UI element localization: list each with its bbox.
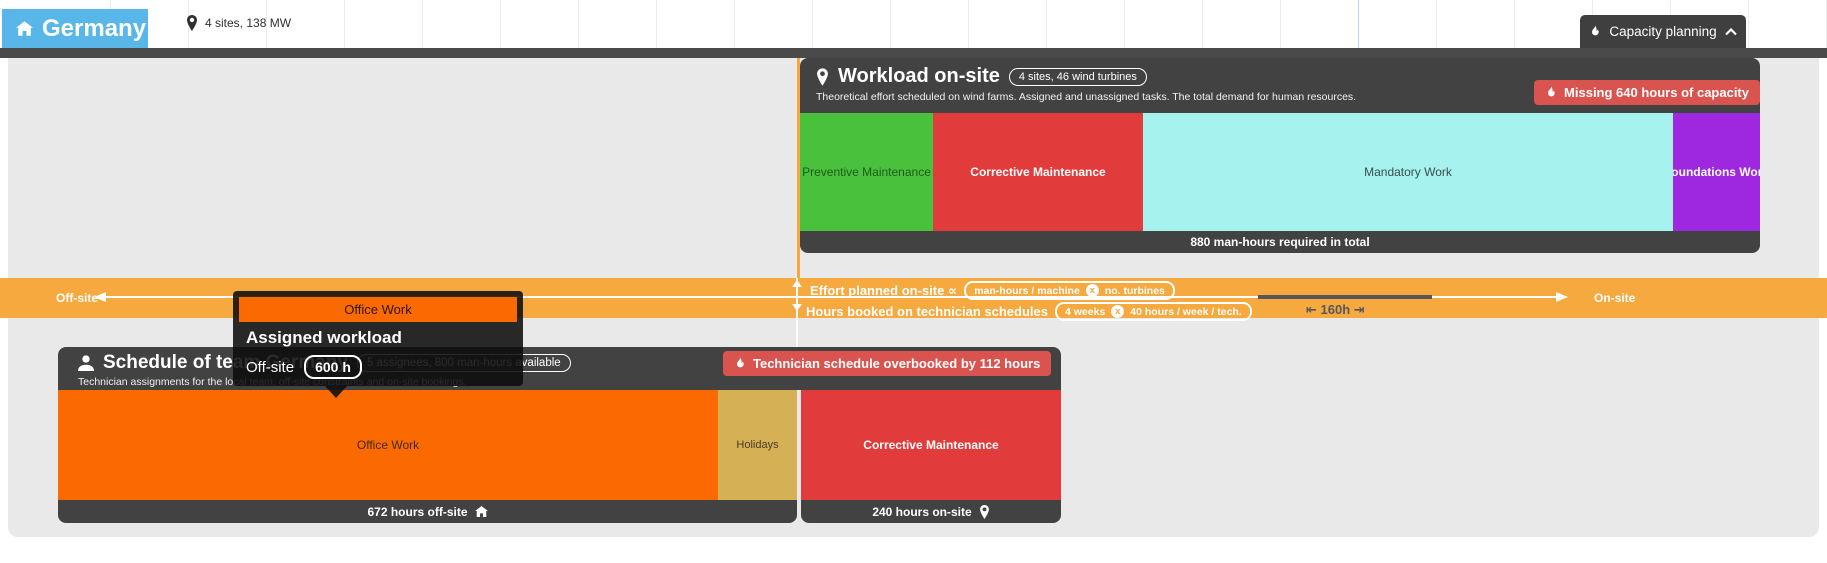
arrow-up-icon (792, 280, 802, 287)
tooltip-heading: Assigned workload (246, 328, 517, 348)
workload-tooltip: Office Work Assigned workload Off-site 6… (233, 291, 523, 386)
onsite-hours-label: 240 hours on-site (872, 505, 971, 519)
home-icon (16, 21, 33, 36)
tooltip-value-row: Off-site 600 h (246, 355, 517, 379)
effort-formula-part2: no. turbines (1105, 285, 1165, 297)
hours-booked-label: Hours booked on technician schedules (806, 304, 1048, 319)
offsite-axis-label: Off-site (56, 291, 98, 305)
map-pin-icon (816, 68, 829, 86)
missing-capacity-label: Missing 640 hours of capacity (1564, 85, 1749, 100)
workload-panel-title: Workload on-site (838, 65, 1000, 88)
booked-formula-part1: 4 weeks (1065, 306, 1105, 318)
region-tab-label: Germany (42, 15, 146, 43)
workload-segment-mandatory[interactable]: Mandatory Work (1143, 113, 1673, 231)
offsite-hours-footer: 672 hours off-site (58, 500, 797, 523)
onsite-axis-label: On-site (1594, 291, 1635, 305)
map-pin-icon (186, 15, 198, 31)
workload-total-footer: 880 man-hours required in total (800, 231, 1760, 253)
overbooked-alert: Technician schedule overbooked by 112 ho… (723, 351, 1051, 376)
workload-segment-preventive[interactable]: Preventive Maintenance (800, 113, 933, 231)
schedule-segment-office-work[interactable]: Office Work (58, 390, 718, 500)
effort-formula-badge: man-hours / machine x no. turbines (964, 281, 1175, 300)
workload-segment-foundations[interactable]: Foundations Work (1673, 113, 1760, 231)
band-axis-line-right (1432, 296, 1558, 298)
flame-icon (1589, 25, 1601, 38)
flame-icon (1545, 86, 1557, 99)
schedule-segment-holidays[interactable]: Holidays (718, 390, 797, 500)
tech-capacity-marker: ⇤ 160h ⇥ (1306, 302, 1365, 318)
chevron-up-icon (1725, 28, 1737, 36)
drawer-top-edge (0, 48, 1827, 58)
flame-icon (734, 357, 746, 370)
region-tab-germany[interactable]: Germany (2, 9, 148, 48)
booked-formula-badge: 4 weeks x 40 hours / week / tech. (1055, 302, 1252, 321)
capacity-planning-label: Capacity planning (1609, 24, 1716, 39)
sites-summary-label: 4 sites, 138 MW (205, 16, 291, 30)
timeline-today-gridline (1358, 0, 1359, 48)
schedule-segment-corrective[interactable]: Corrective Maintenance (801, 390, 1061, 500)
arrow-down-icon (792, 304, 802, 311)
workload-segment-corrective[interactable]: Corrective Maintenance (933, 113, 1143, 231)
sites-summary: 4 sites, 138 MW (186, 15, 291, 31)
multiply-icon: x (1086, 284, 1099, 297)
tooltip-task-title: Office Work (239, 297, 517, 322)
tooltip-hours-badge: 600 h (304, 355, 362, 379)
person-icon (78, 355, 94, 371)
offsite-hours-label: 672 hours off-site (367, 505, 467, 519)
band-divider-extension (796, 318, 798, 348)
capacity-planning-toggle[interactable]: Capacity planning (1580, 15, 1746, 48)
workload-bar-chart: Preventive Maintenance Corrective Mainte… (800, 113, 1760, 231)
map-pin-icon (979, 505, 990, 519)
multiply-icon: x (1111, 305, 1124, 318)
tooltip-pointer (325, 386, 347, 398)
schedule-description: Technician assignments for the local tea… (78, 376, 1045, 388)
tooltip-row-label: Off-site (246, 359, 294, 376)
overbooked-label: Technician schedule overbooked by 112 ho… (753, 356, 1040, 371)
hours-booked-row: Hours booked on technician schedules 4 w… (806, 302, 1252, 321)
onsite-hours-footer: 240 hours on-site (801, 500, 1061, 523)
capacity-planning-screen: Germany 4 sites, 138 MW Capacity plannin… (0, 0, 1827, 563)
tech-capacity-segment (1258, 295, 1432, 299)
effort-planned-label: Effort planned on-site ∝ (810, 283, 957, 299)
effort-formula-part1: man-hours / machine (974, 285, 1080, 297)
workload-sites-badge: 4 sites, 46 wind turbines (1009, 68, 1147, 86)
effort-planned-row: Effort planned on-site ∝ man-hours / mac… (810, 281, 1175, 300)
missing-capacity-alert: Missing 640 hours of capacity (1534, 80, 1760, 105)
home-icon (475, 506, 488, 517)
booked-formula-part2: 40 hours / week / tech. (1130, 306, 1241, 318)
arrow-right-icon (1556, 292, 1568, 302)
